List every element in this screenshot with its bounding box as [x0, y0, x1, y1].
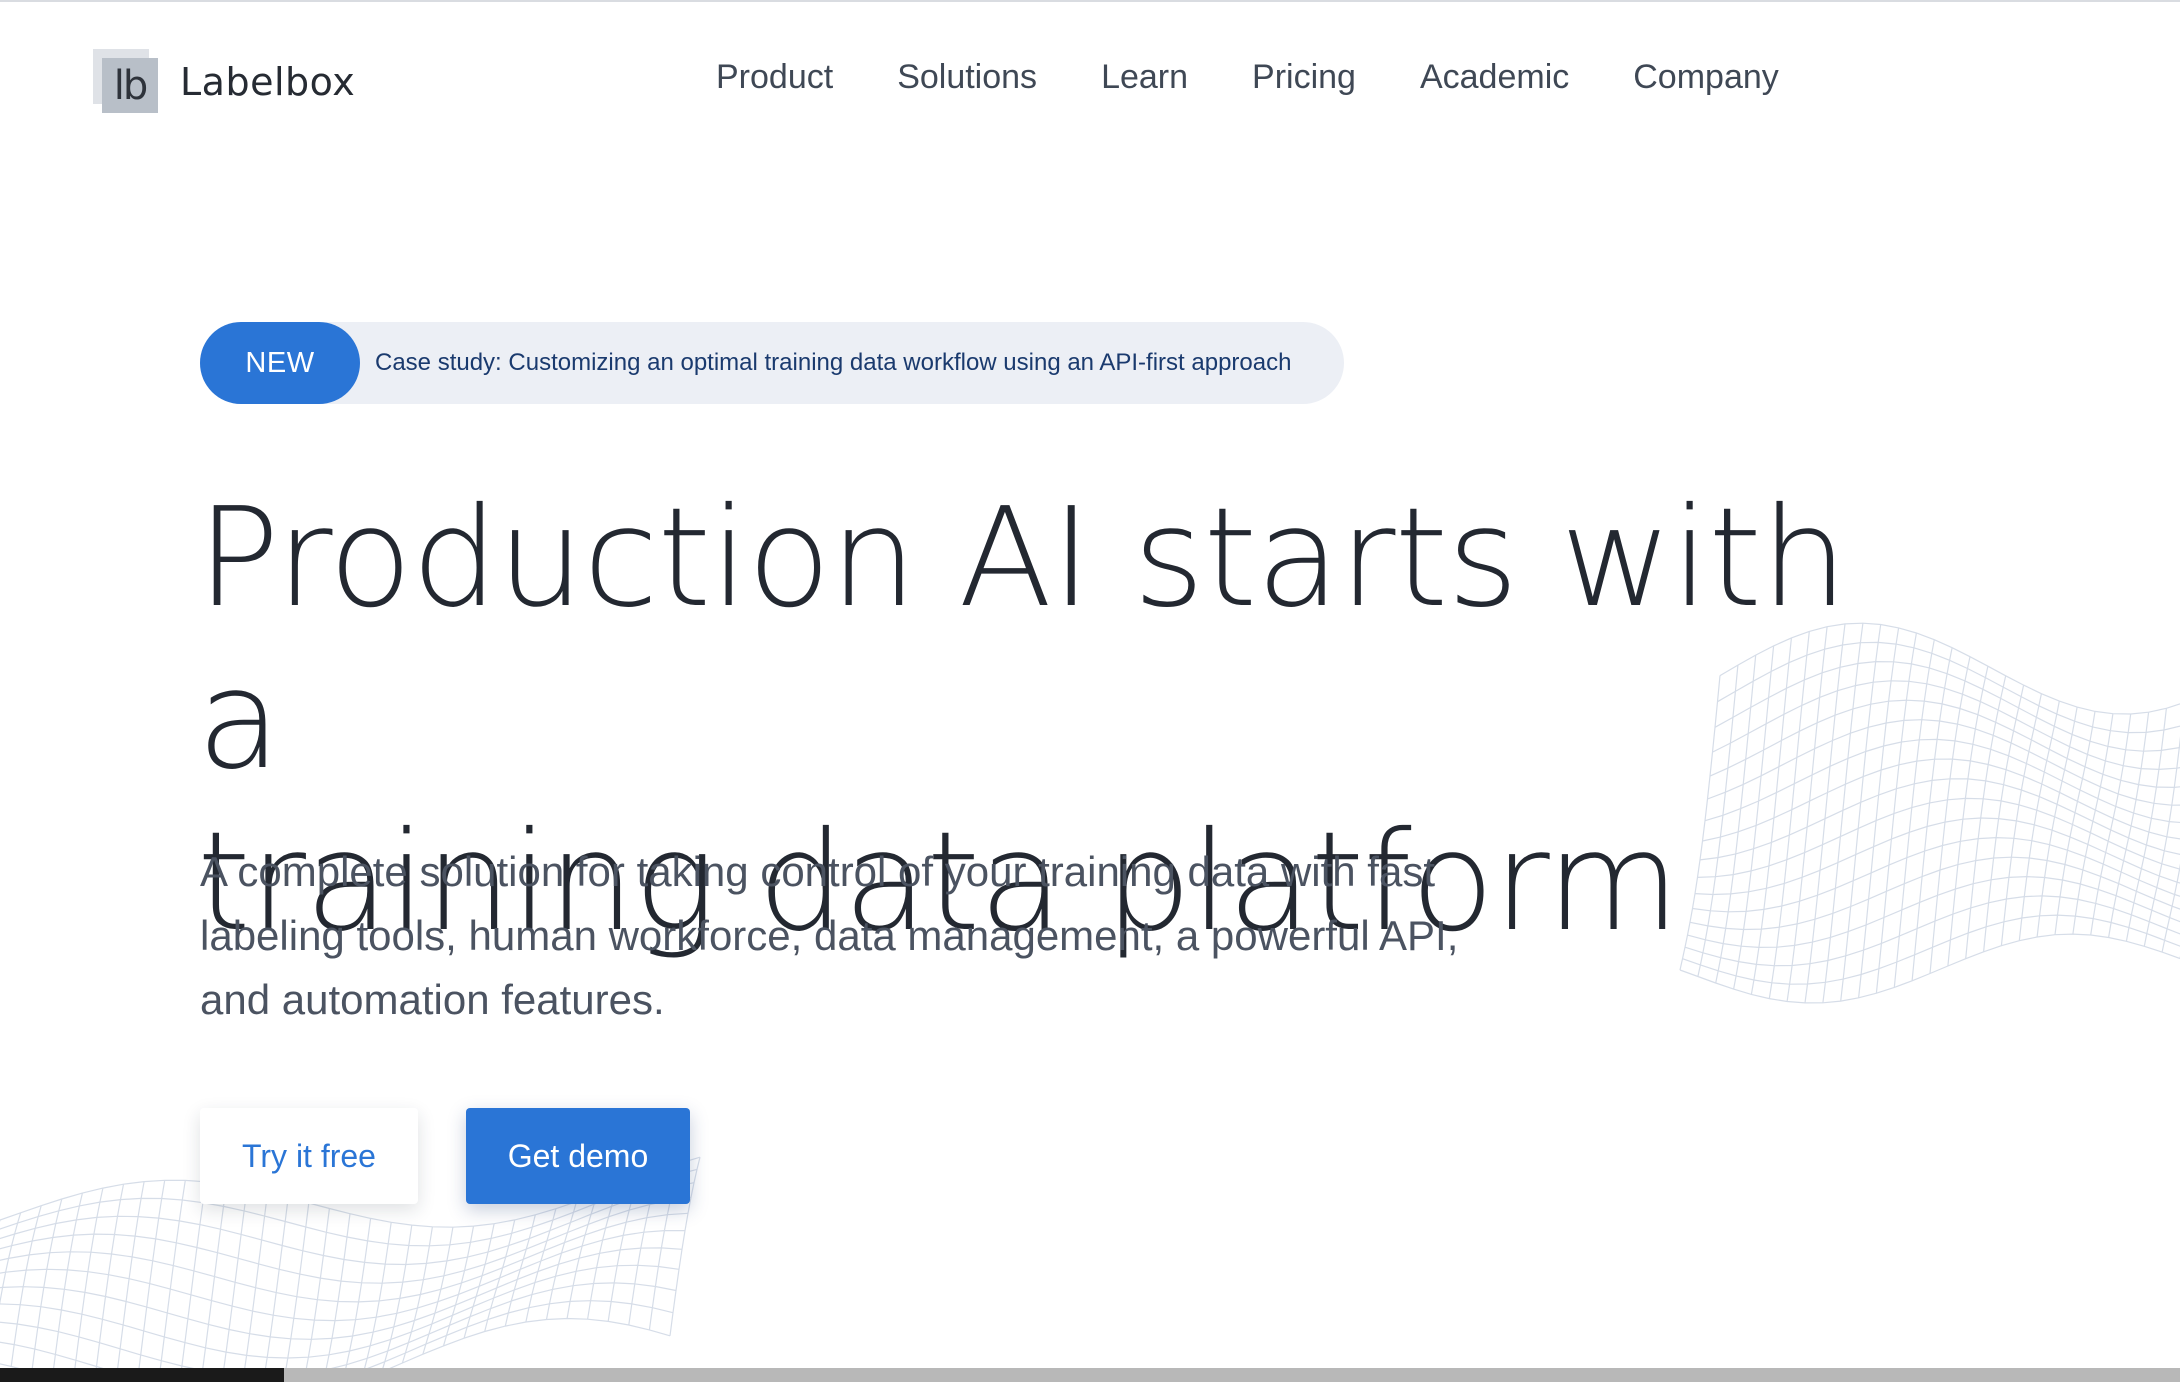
announcement-banner[interactable]: NEW Case study: Customizing an optimal t…: [200, 322, 1344, 404]
nav-item-pricing[interactable]: Pricing: [1252, 58, 1356, 97]
nav-item-product[interactable]: Product: [716, 58, 833, 97]
announcement-text: Case study: Customizing an optimal train…: [375, 349, 1292, 376]
nav-item-solutions[interactable]: Solutions: [897, 58, 1037, 97]
bottom-scrollbar[interactable]: [0, 1368, 2180, 1382]
brand-logo[interactable]: lb Labelbox: [93, 49, 355, 115]
nav-item-learn[interactable]: Learn: [1101, 58, 1188, 97]
get-demo-button[interactable]: Get demo: [466, 1108, 690, 1204]
try-it-free-button[interactable]: Try it free: [200, 1108, 418, 1204]
main-nav: Product Solutions Learn Pricing Academic…: [716, 58, 1843, 97]
brand-name: Labelbox: [180, 60, 356, 104]
logo-glyph: lb: [113, 62, 149, 109]
labelbox-logo-icon: lb: [93, 49, 161, 115]
hero-subtitle-line-1: A complete solution for taking control o…: [200, 848, 1436, 895]
nav-item-academic[interactable]: Academic: [1420, 58, 1569, 97]
hero-subtitle-line-2: labeling tools, human workforce, data ma…: [200, 912, 1459, 959]
hero-title-line-1: Production AI starts with a: [197, 479, 1848, 800]
hero-subtitle: A complete solution for taking control o…: [200, 840, 1600, 1032]
hero-subtitle-line-3: and automation features.: [200, 976, 665, 1023]
new-badge: NEW: [200, 322, 360, 404]
bottom-scrollbar-thumb[interactable]: [0, 1368, 284, 1382]
nav-item-company[interactable]: Company: [1633, 58, 1779, 97]
top-border: [0, 0, 2180, 2]
